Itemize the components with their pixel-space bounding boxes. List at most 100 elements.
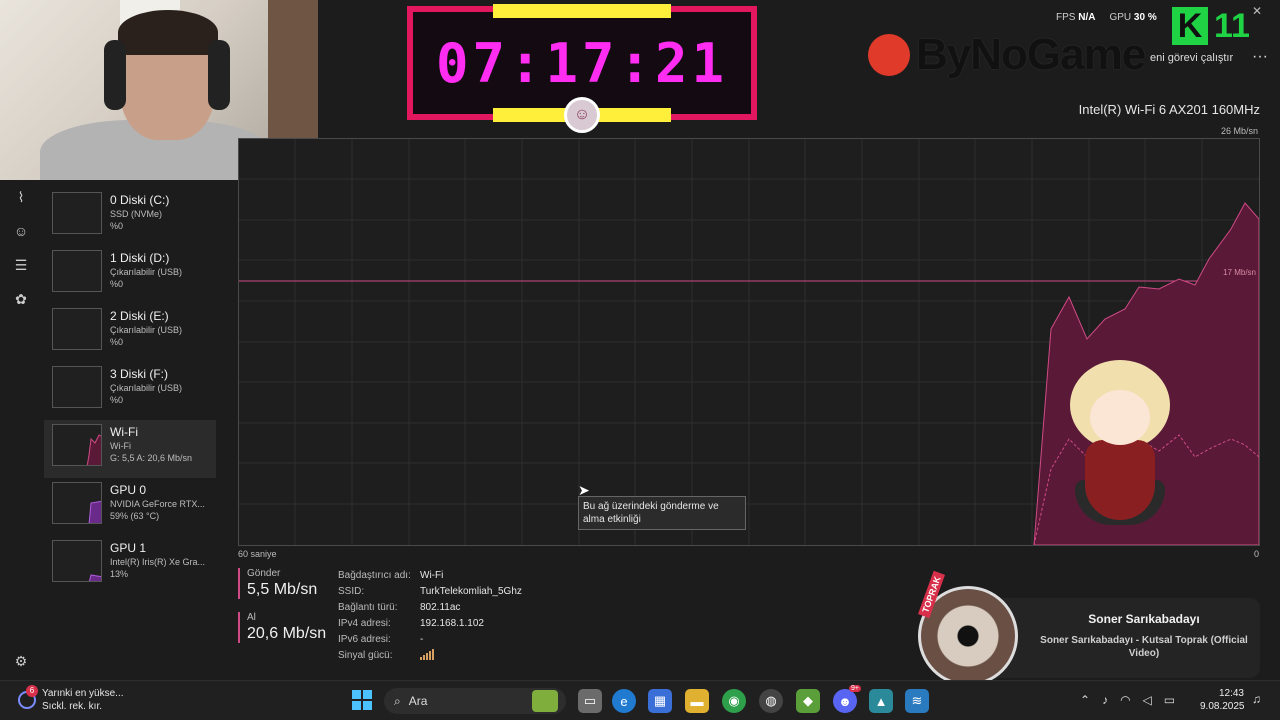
- resource-value: %0: [110, 221, 124, 231]
- resource-subtitle: Intel(R) Iris(R) Xe Gra...: [110, 557, 206, 567]
- graph-tooltip: Bu ağ üzerindeki gönderme ve alma etkinl…: [578, 496, 746, 530]
- clock-date: 9.08.2025: [1200, 701, 1245, 712]
- receive-value: 20,6 Mb/sn: [247, 625, 327, 642]
- resource-wifi[interactable]: Wi-Fi Wi-Fi G: 5,5 A: 20,6 Mb/sn: [44, 420, 216, 478]
- webcam-person-hair: [118, 10, 218, 55]
- detail-key: Bağdaştırıcı adı:: [338, 570, 411, 581]
- detail-value: TurkTelekomliah_5Ghz: [420, 586, 522, 597]
- resource-disk-d[interactable]: 1 Diski (D:) Çıkarılabilir (USB) %0: [44, 246, 216, 304]
- services-icon[interactable]: ✿: [0, 282, 42, 316]
- fps-value: N/A: [1078, 12, 1096, 23]
- bynogame-logo: ByNoGame: [868, 30, 1146, 80]
- run-new-task-button[interactable]: eni görevi çalıştır: [1150, 52, 1233, 64]
- file-explorer-icon[interactable]: ▬: [685, 689, 709, 713]
- close-icon[interactable]: ✕: [1252, 4, 1262, 18]
- taskbar-search[interactable]: ⌕ Ara: [384, 688, 566, 714]
- resource-disk-c[interactable]: 0 Diski (C:) SSD (NVMe) %0: [44, 188, 216, 246]
- graph-scale-max: 26 Mb/sn: [1220, 126, 1258, 136]
- detail-key: Bağlantı türü:: [338, 602, 398, 613]
- now-playing-card: TOPRAK Soner Sarıkabadayı Soner Sarıkaba…: [918, 570, 1260, 686]
- graph-x-right-label: 0: [1254, 549, 1260, 559]
- resource-gpu-0[interactable]: GPU 0 NVIDIA GeForce RTX... 59% (63 °C): [44, 478, 216, 536]
- track-title: Soner Sarıkabadayı - Kutsal Toprak (Offi…: [1040, 635, 1248, 659]
- battery-icon[interactable]: ▭: [1164, 693, 1175, 707]
- taskbar: 6 Yarınki en yükse... Sıckl. rek. kır. ⌕…: [0, 680, 1280, 720]
- detail-value: 802.11ac: [420, 602, 461, 613]
- resource-title: 2 Diski (E:): [110, 309, 169, 323]
- microphone-icon[interactable]: ♪: [1102, 693, 1108, 707]
- bynogame-name: ByNoGame: [916, 30, 1146, 79]
- left-nav: ⌇ ☺ ☰ ✿: [0, 180, 42, 676]
- volume-icon[interactable]: ◁: [1143, 693, 1152, 707]
- system-tray: ⌃ ♪ ◠ ◁ ▭: [1080, 693, 1175, 707]
- search-icon: ⌕: [394, 693, 401, 708]
- headphone-right: [208, 40, 230, 110]
- clock[interactable]: 12:43 9.08.2025: [1200, 687, 1245, 713]
- settings-icon[interactable]: ⚙: [0, 648, 42, 674]
- resource-value: G: 5,5 A: 20,6 Mb/sn: [110, 453, 193, 463]
- timer-digits: 07:17:21: [435, 31, 729, 95]
- resource-title: 3 Diski (F:): [110, 367, 168, 381]
- search-label: Ara: [408, 694, 428, 708]
- minecraft-icon[interactable]: ◆: [796, 689, 820, 713]
- resource-disk-f[interactable]: 3 Diski (F:) Çıkarılabilir (USB) %0: [44, 362, 216, 420]
- fps-label: FPS: [1056, 12, 1076, 23]
- resource-title: 0 Diski (C:): [110, 193, 170, 207]
- receive-label: Al: [247, 612, 256, 623]
- resource-list: 0 Diski (C:) SSD (NVMe) %0 1 Diski (D:) Çık…: [44, 188, 216, 594]
- gpu-label: GPU: [1109, 12, 1132, 23]
- sticker-dress: [1085, 440, 1155, 520]
- send-value: 5,5 Mb/sn: [247, 581, 318, 598]
- send-stat: Gönder 5,5 Mb/sn: [238, 568, 317, 599]
- weather-widget[interactable]: 6 Yarınki en yükse... Sıckl. rek. kır.: [16, 685, 124, 713]
- details-icon[interactable]: ☰: [0, 248, 42, 282]
- detail-row: Sinyal gücü:: [338, 648, 522, 664]
- gpu-stat: GPU 30 %: [1109, 12, 1156, 23]
- wifi-icon[interactable]: ◠: [1120, 693, 1130, 707]
- resource-gpu-1[interactable]: GPU 1 Intel(R) Iris(R) Xe Gra... 13%: [44, 536, 216, 594]
- start-button[interactable]: [352, 690, 372, 710]
- fps-stat: FPS N/A: [1056, 12, 1095, 23]
- detail-value: 192.168.1.102: [420, 618, 484, 629]
- users-icon[interactable]: ☺: [0, 214, 42, 248]
- performance-icon[interactable]: ⌇: [0, 180, 42, 214]
- resource-thumbnail: [52, 250, 102, 292]
- resource-subtitle: Wi-Fi: [110, 441, 131, 451]
- discord-icon[interactable]: ☻ 9+: [833, 685, 861, 713]
- resource-title: GPU 1: [110, 541, 147, 555]
- notification-bell-icon[interactable]: ♫: [1252, 692, 1261, 706]
- resource-thumbnail: [52, 366, 102, 408]
- weather-line-2: Sıckl. rek. kır.: [42, 701, 103, 712]
- sticker-face: [1090, 390, 1150, 445]
- resource-value: %0: [110, 279, 124, 289]
- resource-disk-e[interactable]: 2 Diski (E:) Çıkarılabilir (USB) %0: [44, 304, 216, 362]
- bynogame-mark-icon: [868, 34, 910, 76]
- detail-row: Bağlantı türü: 802.11ac: [338, 600, 522, 616]
- task-manager-icon[interactable]: ≋: [905, 689, 929, 713]
- resource-subtitle: Çıkarılabilir (USB): [110, 383, 183, 393]
- track-artist: Soner Sarıkabadayı: [1088, 612, 1200, 626]
- app-icon[interactable]: ▲: [869, 689, 893, 713]
- graph-x-left-label: 60 saniye: [238, 549, 277, 559]
- k-logo-icon: K: [1172, 7, 1208, 45]
- k-logo-number: 11: [1214, 6, 1250, 45]
- detail-row: Bağdaştırıcı adı: Wi-Fi: [338, 568, 522, 584]
- resource-thumbnail-wifi: [52, 424, 102, 466]
- timer-badge-icon: ☺: [564, 97, 600, 133]
- detail-key: SSID:: [338, 586, 365, 597]
- more-options-icon[interactable]: ···: [1250, 48, 1270, 66]
- resource-value: %0: [110, 337, 124, 347]
- edge-icon[interactable]: e: [612, 689, 636, 713]
- resource-thumbnail-gpu0: [52, 482, 102, 524]
- obs-icon[interactable]: ◍: [759, 689, 783, 713]
- resource-value: %0: [110, 395, 124, 405]
- resource-subtitle: Çıkarılabilir (USB): [110, 267, 183, 277]
- resource-value: 59% (63 °C): [110, 511, 160, 521]
- resource-subtitle: Çıkarılabilir (USB): [110, 325, 183, 335]
- weather-line-1: Yarınki en yükse...: [42, 688, 124, 699]
- store-icon[interactable]: ▦: [648, 689, 672, 713]
- task-view-icon[interactable]: ▭: [578, 689, 602, 713]
- chrome-icon[interactable]: ◉: [722, 689, 746, 713]
- chevron-up-icon[interactable]: ⌃: [1080, 693, 1090, 707]
- reference-label: 17 Mb/sn: [1223, 268, 1256, 277]
